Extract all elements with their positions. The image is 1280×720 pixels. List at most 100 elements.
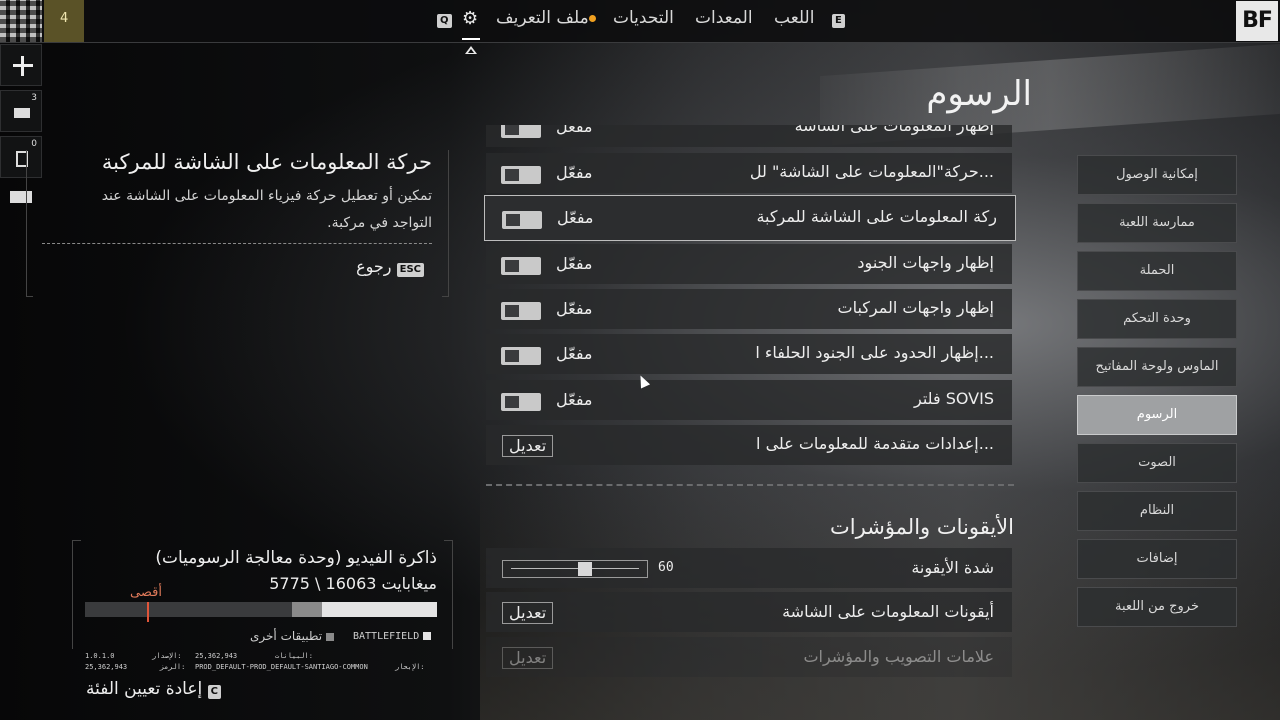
setting-label: أيقونات المعلومات على الشاشة: [782, 602, 994, 621]
setting-row-icon-intensity[interactable]: 60 شدة الأيقونة: [486, 548, 1012, 588]
reset-label: إعادة تعيين الفئة: [86, 679, 203, 699]
panel-frame-left: [26, 150, 33, 297]
version-value: 1.0.1.0: [85, 652, 115, 660]
side-item-campaign[interactable]: الحملة: [1077, 251, 1237, 291]
code-label: الرمز:: [160, 663, 186, 671]
edit-button[interactable]: تعديل: [502, 435, 554, 457]
rank-number: 4: [60, 11, 69, 26]
setting-row-vehicle-hud-motion[interactable]: مفعّل ركة المعلومات على الشاشة للمركبة: [484, 195, 1016, 241]
sail-value: PROD_DEFAULT-PROD_DEFAULT-SANTIAGO-COMMO…: [195, 663, 368, 671]
nav-challenges[interactable]: التحديات: [613, 8, 674, 28]
description-separator: [42, 243, 432, 244]
setting-label: إظهار واجهات الجنود: [857, 253, 994, 272]
edit-button[interactable]: تعديل: [502, 602, 554, 624]
back-label: رجوع: [356, 257, 392, 276]
setting-label: علامات التصويب والمؤشرات: [803, 647, 994, 666]
nav-profile[interactable]: ملف التعريف: [496, 8, 596, 28]
vram-battlefield-fill: [322, 602, 437, 617]
side-item-audio[interactable]: الصوت: [1077, 443, 1237, 483]
setting-row-hud-icons[interactable]: تعديل أيقونات المعلومات على الشاشة: [486, 592, 1012, 632]
toggle-switch[interactable]: [501, 347, 541, 365]
side-item-quit[interactable]: خروج من اللعبة: [1077, 587, 1237, 627]
side-item-extras[interactable]: إضافات: [1077, 539, 1237, 579]
mail-button[interactable]: 3: [0, 90, 42, 132]
setting-row-ally-outline[interactable]: مفعّل إظهار الحدود على الجنود الحلفاء ا.…: [486, 334, 1012, 374]
vram-max-marker: [147, 602, 149, 622]
caret-up-icon: [465, 46, 477, 54]
setting-value: مفعّل: [556, 299, 593, 318]
vram-title: ذاكرة الفيديو (وحدة معالجة الرسوميات): [155, 548, 437, 568]
setting-label: إعدادات متقدمة للمعلومات على ا...: [756, 434, 994, 453]
side-item-mouse-keyboard[interactable]: الماوس ولوحة المفاتيح: [1077, 347, 1237, 387]
toggle-switch[interactable]: [501, 257, 541, 275]
nav-play[interactable]: اللعب: [774, 8, 814, 28]
player-emblem[interactable]: [0, 0, 42, 42]
side-item-gameplay[interactable]: ممارسة اللعبة: [1077, 203, 1237, 243]
setting-label: شدة الأيقونة: [911, 558, 994, 577]
vram-other-apps-fill: [292, 602, 322, 617]
mail-count: 3: [31, 93, 37, 103]
side-item-controller[interactable]: وحدة التحكم: [1077, 299, 1237, 339]
legend-battlefield: BATTLEFIELD: [353, 631, 435, 642]
rank-badge: 4: [44, 0, 84, 42]
vram-max-label: أقصى: [130, 585, 162, 600]
vram-usage-bar: [85, 602, 437, 617]
version-label: الإصدار:: [152, 652, 182, 660]
setting-row-crosshair[interactable]: تعديل علامات التصويب والمؤشرات: [486, 637, 1012, 677]
setting-label: إظهار المعلومات على الشاشة: [794, 125, 994, 135]
setting-row-vehicle-hud[interactable]: مفعّل إظهار واجهات المركبات: [486, 289, 1012, 329]
section-divider: [486, 484, 1014, 486]
setting-label: ركة المعلومات على الشاشة للمركبة: [756, 207, 997, 226]
setting-row-sovis-filter[interactable]: مفعّل فلتر SOVIS: [486, 380, 1012, 420]
slider-track: [511, 568, 639, 569]
section-title-icons: الأيقونات والمؤشرات: [830, 515, 1014, 539]
setting-row-advanced-hud[interactable]: تعديل إعدادات متقدمة للمعلومات على ا...: [486, 425, 1012, 465]
setting-label: إظهار الحدود على الجنود الحلفاء ا...: [755, 343, 994, 362]
nav-equipment[interactable]: المعدات: [695, 8, 753, 28]
sail-label: الإبحار:: [395, 663, 425, 671]
side-item-accessibility[interactable]: إمكانية الوصول: [1077, 155, 1237, 195]
setting-value: مفعّل: [556, 344, 593, 363]
toggle-switch[interactable]: [502, 211, 542, 229]
squad-button[interactable]: 0: [0, 136, 42, 178]
back-button[interactable]: رجوع ESC: [356, 257, 424, 277]
memory-frame-right: [444, 540, 453, 649]
active-tab-underline: [462, 38, 480, 40]
setting-row-soldier-hud[interactable]: مفعّل إظهار واجهات الجنود: [486, 244, 1012, 284]
toggle-switch[interactable]: [501, 302, 541, 320]
legend-other-label: تطبيقات أخرى: [250, 629, 323, 643]
slider-value: 60: [658, 560, 674, 575]
description-title: حركة المعلومات على الشاشة للمركبة: [101, 150, 432, 174]
edit-button[interactable]: تعديل: [502, 647, 554, 669]
reset-category-button[interactable]: إعادة تعيين الفئة C: [86, 679, 221, 699]
key-hint-q: Q: [437, 14, 452, 28]
setting-label: إظهار واجهات المركبات: [837, 298, 994, 317]
toggle-switch[interactable]: [501, 166, 541, 184]
setting-value: مفعّل: [557, 208, 594, 227]
memory-frame-left: [72, 540, 81, 649]
toggle-switch[interactable]: [501, 125, 541, 138]
key-hint-e: E: [832, 14, 845, 28]
nav-profile-label: ملف التعريف: [496, 8, 589, 28]
icon-intensity-slider[interactable]: [502, 560, 648, 578]
add-button[interactable]: [0, 44, 42, 86]
toggle-switch[interactable]: [501, 393, 541, 411]
data-label: البيانات:: [275, 652, 313, 660]
setting-row-hud-motion[interactable]: مفعّل حركة"المعلومات على الشاشة" لل...: [486, 153, 1012, 193]
slider-thumb[interactable]: [578, 562, 593, 576]
page-title: الرسوم: [926, 74, 1032, 114]
setting-value: مفعّل: [556, 390, 593, 409]
data-value: 25,362,943: [195, 652, 238, 660]
legend-other-swatch: [326, 632, 335, 641]
legend-bf-swatch: [423, 632, 432, 640]
description-text: تمكين أو تعطيل حركة فيزياء المعلومات على…: [101, 188, 432, 231]
side-item-graphics[interactable]: الرسوم: [1077, 395, 1237, 435]
setting-value: مفعّل: [556, 125, 593, 136]
setting-row-hud[interactable]: مفعّل إظهار المعلومات على الشاشة: [486, 125, 1012, 147]
key-hint-c: C: [207, 685, 221, 699]
setting-value: مفعّل: [556, 163, 593, 182]
setting-label: حركة"المعلومات على الشاشة" لل...: [749, 162, 994, 181]
gear-icon[interactable]: ⚙: [462, 10, 480, 28]
side-item-system[interactable]: النظام: [1077, 491, 1237, 531]
setting-label: فلتر SOVIS: [914, 389, 994, 408]
